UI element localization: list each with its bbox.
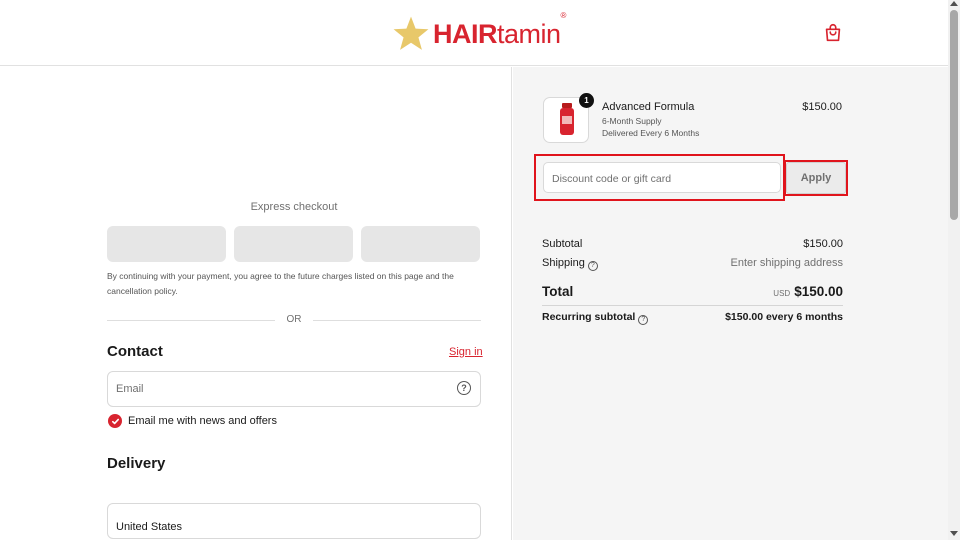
discount-placeholder: Discount code or gift card	[552, 173, 672, 185]
shopping-bag-icon[interactable]	[822, 22, 844, 44]
contact-heading: Contact	[107, 343, 163, 360]
shipping-label: Shipping	[542, 257, 585, 269]
express-terms-text: By continuing with your payment, you agr…	[107, 271, 454, 296]
site-header: HAIRtamin®	[0, 0, 948, 66]
product-supply: 6-Month Supply	[602, 116, 662, 126]
recurring-label: Recurring subtotal	[542, 311, 636, 323]
help-icon[interactable]: ?	[457, 381, 471, 395]
product-delivery-frequency: Delivered Every 6 Months	[602, 128, 700, 138]
newsletter-checkbox[interactable]	[108, 414, 122, 428]
product-name: Advanced Formula	[602, 101, 695, 113]
page-scrollbar[interactable]	[948, 0, 960, 540]
express-checkout-label: Express checkout	[250, 201, 338, 213]
scroll-thumb[interactable]	[950, 10, 958, 220]
country-value: United States	[116, 521, 183, 533]
total-label: Total	[542, 284, 574, 299]
total-divider	[542, 305, 843, 306]
recurring-value: $150.00 every 6 months	[725, 311, 843, 323]
express-pay-button-3[interactable]	[361, 226, 480, 262]
shipping-help-icon[interactable]: ?	[587, 261, 598, 271]
apply-button[interactable]: Apply	[786, 162, 846, 194]
scroll-down-arrow-icon[interactable]	[950, 531, 958, 536]
total-row: Total USD $150.00	[542, 284, 843, 302]
sign-in-link[interactable]: Sign in	[449, 346, 483, 358]
discount-highlight: Discount code or gift card	[534, 154, 785, 201]
express-pay-button-1[interactable]	[107, 226, 226, 262]
registered-mark: ®	[560, 10, 567, 20]
subtotal-label: Subtotal	[542, 238, 583, 250]
logo-text: HAIRtamin®	[433, 11, 566, 50]
shipping-label-wrap: Shipping?	[542, 257, 598, 271]
recurring-label-wrap: Recurring subtotal?	[542, 311, 649, 325]
order-summary-column: 1 Advanced Formula 6-Month Supply Delive…	[513, 67, 948, 540]
checkmark-icon	[111, 418, 119, 424]
subtotal-value: $150.00	[803, 238, 843, 250]
logo-bold-text: HAIR	[433, 18, 498, 49]
scroll-up-arrow-icon[interactable]	[950, 1, 958, 6]
newsletter-label: Email me with news and offers	[128, 415, 277, 427]
hairtamin-logo[interactable]: HAIRtamin®	[392, 11, 566, 54]
email-placeholder: Email	[116, 383, 144, 395]
or-divider: OR	[107, 314, 481, 326]
email-field[interactable]: Email ?	[107, 371, 481, 407]
discount-code-input[interactable]: Discount code or gift card	[543, 162, 781, 193]
product-price: $150.00	[802, 101, 842, 113]
total-value: $150.00	[794, 284, 843, 299]
express-pay-button-2[interactable]	[234, 226, 353, 262]
currency-code: USD	[773, 289, 791, 298]
logo-rest-text: tamin	[497, 18, 561, 49]
apply-highlight: Apply	[784, 160, 848, 196]
recurring-help-icon[interactable]: ?	[638, 315, 649, 325]
country-select[interactable]: United States	[107, 503, 481, 539]
shipping-value: Enter shipping address	[730, 257, 843, 269]
product-bottle-image	[560, 103, 574, 135]
quantity-badge: 1	[579, 93, 594, 108]
delivery-heading: Delivery	[107, 455, 166, 472]
star-icon	[393, 16, 429, 50]
checkout-form-column: Express checkout By continuing with your…	[0, 67, 512, 540]
